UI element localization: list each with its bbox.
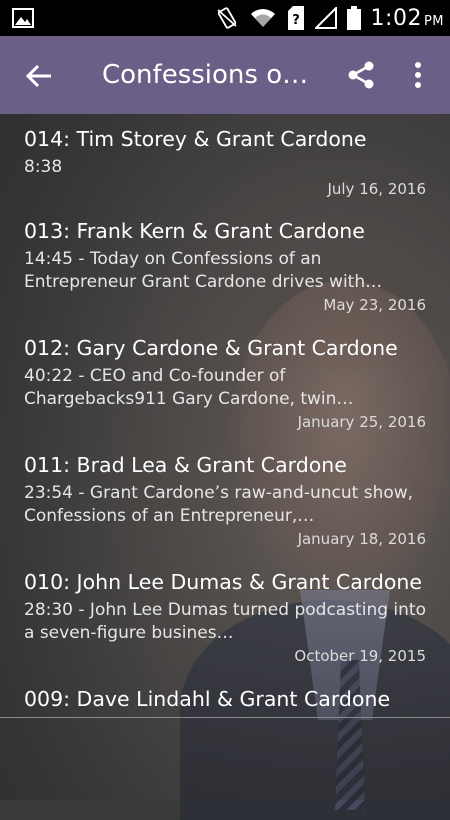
sim-unknown-icon: ? [287, 6, 304, 30]
episode-title: 014: Tim Storey & Grant Cardone [24, 127, 367, 151]
status-bar: ? 1:02 PM [0, 0, 450, 36]
clock: 1:02 PM [370, 5, 444, 31]
divider [0, 717, 450, 718]
episode-title: 013: Frank Kern & Grant Cardone [24, 219, 365, 243]
episode-title: 012: Gary Cardone & Grant Cardone [24, 336, 398, 360]
svg-text:?: ? [292, 13, 300, 28]
list-item[interactable]: 013: Frank Kern & Grant Cardone 14:45 - … [0, 210, 450, 327]
list-item[interactable]: 010: John Lee Dumas & Grant Cardone 28:3… [0, 561, 450, 678]
share-icon[interactable] [346, 60, 376, 90]
battery-icon [346, 6, 361, 30]
list-item[interactable]: 014: Tim Storey & Grant Cardone 8:38 Jul… [0, 114, 450, 210]
episode-list: 014: Tim Storey & Grant Cardone 8:38 Jul… [0, 114, 450, 718]
signal-icon [314, 7, 337, 29]
image-icon [12, 8, 34, 28]
episode-date: July 16, 2016 [327, 180, 426, 198]
more-vert-icon[interactable] [408, 60, 428, 90]
episode-description: 40:22 - CEO and Co-founder of Chargeback… [24, 366, 354, 409]
episode-date: January 25, 2016 [297, 413, 426, 431]
episode-title: 010: John Lee Dumas & Grant Cardone [24, 570, 422, 594]
episode-date: May 23, 2016 [323, 296, 426, 314]
episode-description: 23:54 - Grant Cardone’s raw-and-uncut sh… [24, 483, 414, 526]
episode-title: 009: Dave Lindahl & Grant Cardone [24, 687, 391, 711]
list-item[interactable]: 009: Dave Lindahl & Grant Cardone [0, 678, 450, 718]
episode-date: October 19, 2015 [294, 647, 426, 665]
episode-description: 28:30 - John Lee Dumas turned podcasting… [24, 600, 426, 643]
episode-description: 8:38 [24, 157, 63, 177]
wifi-icon [250, 9, 275, 27]
list-item[interactable]: 012: Gary Cardone & Grant Cardone 40:22 … [0, 327, 450, 444]
vibrate-icon [216, 7, 237, 29]
episode-title: 011: Brad Lea & Grant Cardone [24, 453, 347, 477]
app-toolbar: Confessions of… [0, 36, 450, 114]
episode-date: January 18, 2016 [297, 530, 426, 548]
episode-description: 14:45 - Today on Confessions of an Entre… [24, 249, 383, 292]
page-title: Confessions of… [102, 60, 317, 90]
back-arrow-icon[interactable] [24, 61, 54, 91]
list-item[interactable]: 011: Brad Lea & Grant Cardone 23:54 - Gr… [0, 444, 450, 561]
